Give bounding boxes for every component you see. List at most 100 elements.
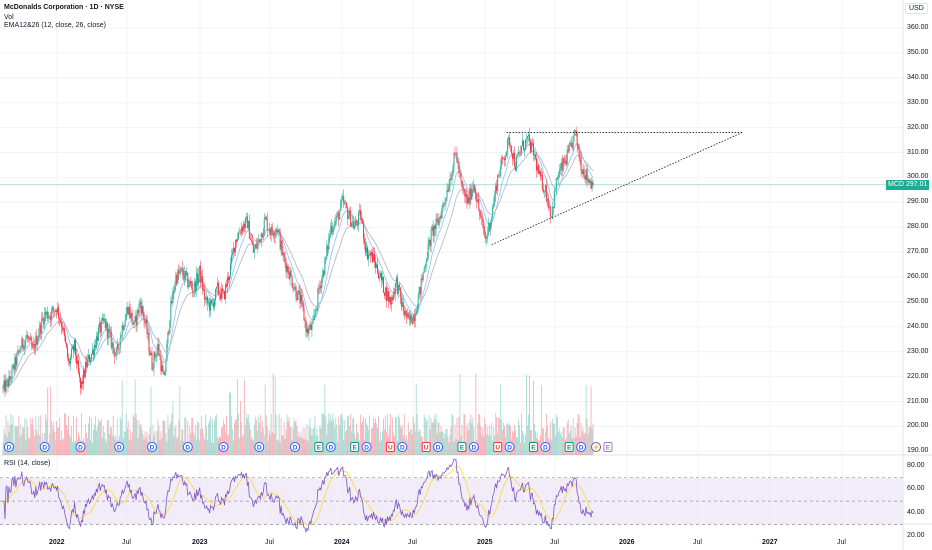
volume-bar [340, 414, 342, 455]
candle-body [102, 318, 104, 321]
rsi-legend[interactable]: RSI (14, close) [4, 460, 50, 467]
volume-bar [126, 428, 128, 455]
candle-body [260, 233, 262, 242]
volume-bar [90, 418, 92, 455]
volume-bar [143, 439, 145, 455]
volume-bar [174, 427, 176, 455]
candle-body [167, 331, 169, 344]
candle-body [65, 335, 67, 343]
candle-body [11, 367, 13, 380]
candle-body [517, 155, 519, 157]
candle-body [209, 302, 211, 311]
candle-body [153, 352, 155, 369]
candle-body [398, 284, 400, 288]
candle-body [346, 203, 348, 209]
candle-body [577, 145, 579, 149]
candle-body [179, 271, 181, 274]
candle-body [91, 349, 93, 354]
currency-label[interactable]: USD [905, 3, 928, 14]
volume-bar [410, 428, 412, 455]
candle-body [479, 209, 481, 216]
candle-body [81, 381, 83, 384]
volume-bar [131, 432, 133, 455]
symbol-title[interactable]: McDonalds Corporation · 1D · NYSE [4, 4, 124, 11]
candle-body [47, 311, 49, 319]
volume-bar [54, 431, 56, 455]
volume-bar [239, 401, 241, 455]
candle-body [442, 203, 444, 208]
volume-bar [290, 426, 292, 455]
candle-body [245, 216, 247, 219]
candle-body [220, 294, 222, 299]
candle-body [472, 188, 474, 191]
candle-body [166, 343, 168, 362]
volume-legend[interactable]: Vol [4, 14, 14, 21]
dividend-marker-label: D [117, 445, 122, 452]
candle-body [296, 297, 298, 300]
volume-bar [69, 434, 71, 455]
volume-bar [138, 420, 140, 455]
volume-bar [163, 420, 165, 455]
candle-body [24, 341, 26, 350]
candle-body [419, 286, 421, 295]
candle-body [403, 310, 405, 315]
volume-bar [310, 428, 312, 455]
candle-body [591, 182, 593, 189]
candle-body [20, 348, 22, 352]
candle-body [151, 352, 153, 370]
candle-body [95, 336, 97, 348]
volume-bar [518, 419, 519, 455]
volume-bar [105, 442, 107, 455]
volume-bar [52, 428, 54, 455]
candle-body [18, 350, 20, 352]
candle-body [222, 288, 224, 292]
volume-bar [162, 420, 164, 455]
volume-bar [453, 441, 455, 455]
earnings-marker-label: E [567, 445, 572, 452]
volume-bar [209, 420, 211, 455]
volume-bar [347, 415, 349, 455]
candle-body [33, 344, 35, 348]
candle-body [191, 283, 193, 288]
candle-body [476, 199, 478, 203]
candle-body [321, 277, 323, 288]
candle-body [571, 143, 573, 148]
price-chart[interactable]: D D D D D D D D D E D E D U D U D E D U D E D E D ⚡ E [0, 0, 932, 550]
candle-body [490, 222, 492, 231]
volume-bar [361, 424, 363, 455]
volume-bar [55, 439, 57, 455]
candle-body [402, 302, 404, 311]
volume-bar [503, 422, 505, 455]
volume-bar [200, 429, 202, 455]
volume-bar [338, 416, 340, 455]
candle-body [528, 134, 530, 141]
volume-bar [563, 427, 565, 455]
volume-bar [539, 435, 541, 455]
candle-body [466, 193, 468, 204]
candle-body [226, 276, 228, 287]
candle-body [554, 190, 556, 192]
candle-body [8, 376, 10, 387]
candle-body [392, 292, 394, 301]
candle-body [219, 293, 221, 295]
volume-bar [243, 379, 245, 455]
candle-body [49, 316, 51, 318]
candle-body [549, 206, 551, 217]
time-axis-label: Jul [550, 539, 559, 546]
volume-bar [135, 413, 137, 455]
candle-body [281, 240, 283, 255]
volume-bar [307, 440, 309, 455]
volume-bar [70, 436, 71, 455]
volume-bar [199, 440, 201, 455]
candle-body [211, 299, 213, 304]
candle-body [336, 215, 338, 221]
candle-body [27, 335, 29, 339]
candle-body [316, 307, 318, 311]
candle-body [111, 342, 113, 348]
volume-bar [210, 416, 212, 455]
ema-legend[interactable]: EMA12&26 (12, close, 26, close) [4, 22, 106, 29]
volume-bar [231, 416, 232, 455]
candle-body [148, 333, 150, 352]
volume-bar [269, 434, 271, 455]
candle-body [375, 261, 376, 268]
